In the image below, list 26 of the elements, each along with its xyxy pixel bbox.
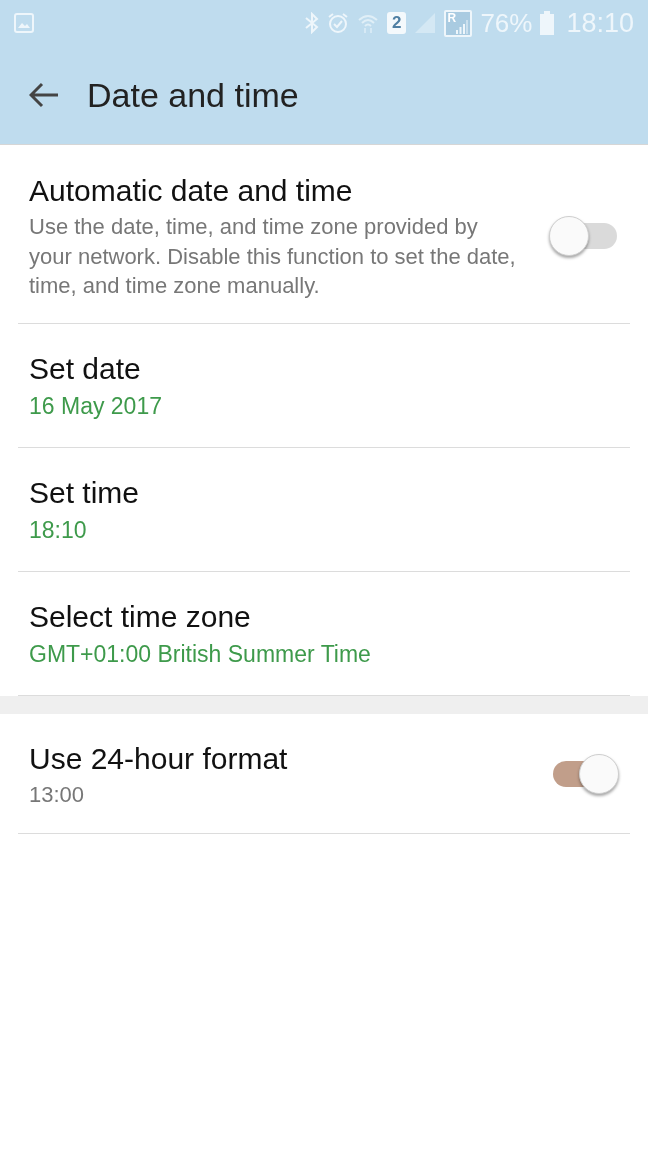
setting-title: Set time [29, 474, 140, 511]
back-arrow-icon [29, 82, 59, 108]
setting-summary: 13:00 [29, 780, 85, 809]
sim-badge: 2 [386, 12, 407, 34]
setting-title: Use 24-hour format [29, 740, 288, 777]
signal-bars-icon [456, 19, 469, 34]
settings-row[interactable]: Set date 16 May 2017 [18, 323, 630, 447]
settings-row[interactable]: Automatic date and time Use the date, time, and time zone provided by your network. Disable this function to set the date, time, and time zone manually. [18, 145, 630, 323]
setting-title: Automatic date and time [29, 173, 353, 209]
setting-title: Select time zone [29, 598, 251, 635]
settings-row[interactable]: Select time zone GMT+01:00 British Summer Time [18, 571, 630, 695]
image-notification-icon [14, 13, 34, 33]
settings-row[interactable]: Set time 18:10 [18, 447, 630, 571]
setting-value: 18:10 [29, 515, 87, 545]
setting-title: Set date [29, 350, 141, 387]
page-title: Date and time [87, 75, 299, 115]
battery-icon [540, 11, 555, 35]
bluetooth-icon [304, 12, 319, 34]
alarm-clock-icon [326, 12, 349, 34]
toggle-switch[interactable] [549, 214, 619, 257]
roaming-label: R [447, 11, 457, 24]
wifi-icon [356, 12, 379, 34]
setting-value: 16 May 2017 [29, 391, 162, 421]
setting-summary: Use the date, time, and time zone provided by your network. Disable this function to set the date, time, and time zone manually. [29, 213, 517, 300]
setting-value: GMT+01:00 British Summer Time [29, 639, 371, 669]
settings-row[interactable]: Use 24-hour format 13:00 [18, 713, 630, 833]
